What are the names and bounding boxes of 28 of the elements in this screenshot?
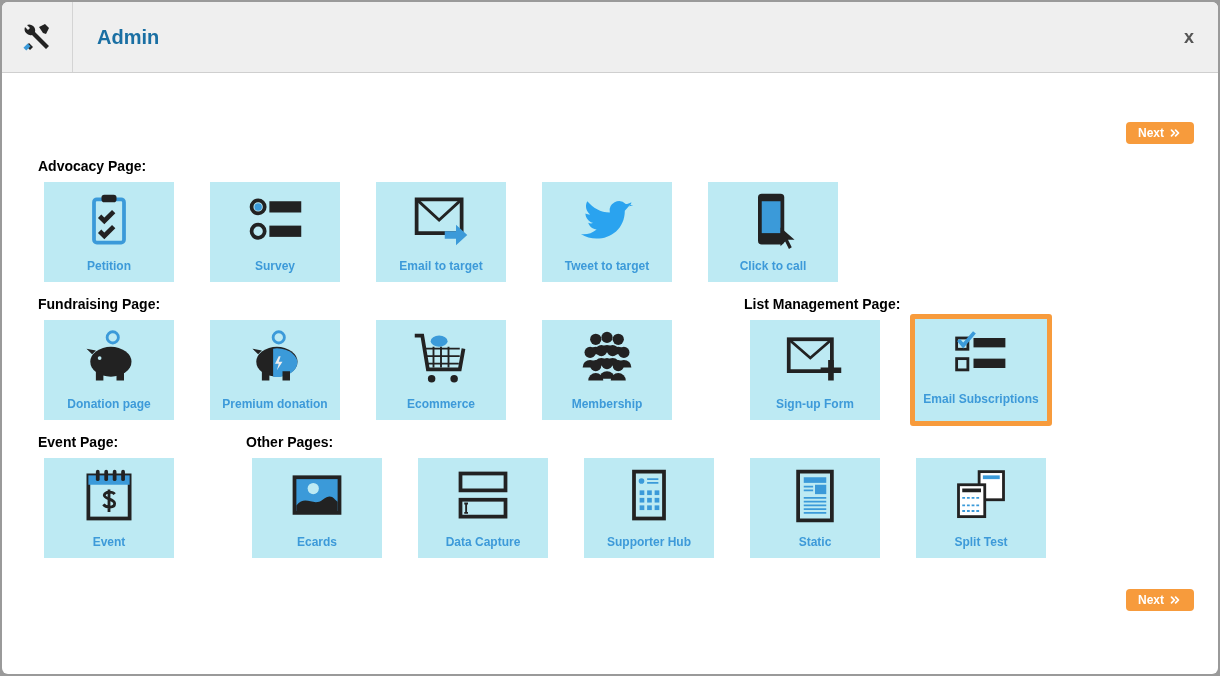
page-type-tile[interactable]: Ecommerce: [376, 320, 506, 420]
next-button[interactable]: Next: [1126, 589, 1194, 611]
double-chevron-icon: [1168, 126, 1182, 140]
section-heading: Advocacy Page:: [38, 157, 148, 174]
double-chevron-icon: [1168, 593, 1182, 607]
close-button[interactable]: x: [1184, 23, 1194, 51]
page-type-tile[interactable]: Event: [44, 458, 174, 558]
page-type-tile[interactable]: Data Capture: [418, 458, 548, 558]
section-heading: Fundraising Page:: [38, 295, 162, 312]
page-type-tile[interactable]: Petition: [44, 182, 174, 282]
page-type-tile[interactable]: Ecards: [252, 458, 382, 558]
page-type-tile[interactable]: Donation page: [44, 320, 174, 420]
page-type-tile[interactable]: Tweet to target: [542, 182, 672, 282]
page-type-tile[interactable]: Email to target: [376, 182, 506, 282]
page-type-tile[interactable]: Email Subscriptions: [910, 314, 1052, 426]
page-type-tile[interactable]: Premium donation: [210, 320, 340, 420]
page-type-tile[interactable]: Survey: [210, 182, 340, 282]
next-button[interactable]: Next: [1126, 122, 1194, 144]
page-type-tile[interactable]: Click to call: [708, 182, 838, 282]
page-type-tile[interactable]: Sign-up Form: [750, 320, 880, 420]
page-type-tile[interactable]: Supporter Hub: [584, 458, 714, 558]
section-heading: Event Page:: [38, 433, 120, 450]
page-type-tile[interactable]: Static: [750, 458, 880, 558]
dialog-title: Admin: [97, 25, 160, 50]
section-heading: Other Pages:: [246, 433, 335, 450]
section-heading: List Management Page:: [744, 295, 902, 312]
page-type-tile[interactable]: Membership: [542, 320, 672, 420]
page-type-tile[interactable]: Split Test: [916, 458, 1046, 558]
